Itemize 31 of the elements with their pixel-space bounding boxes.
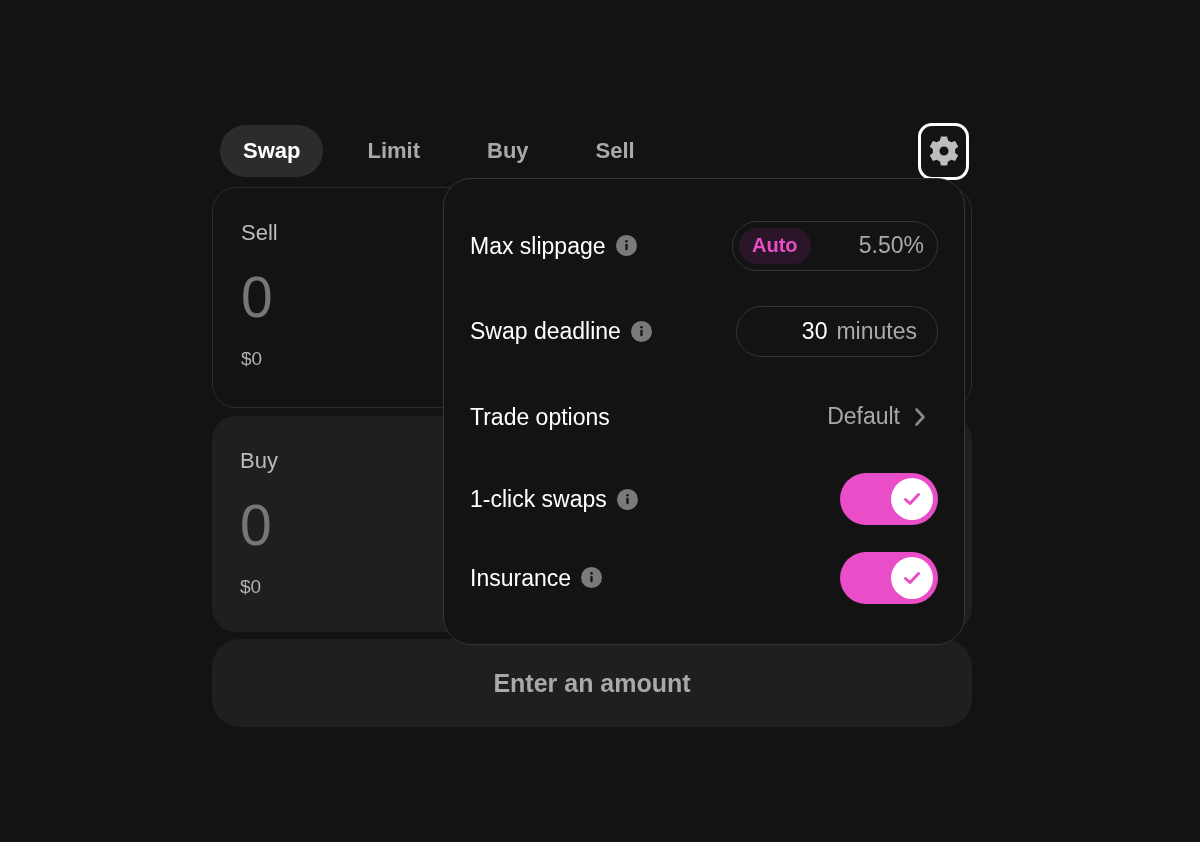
panel-label: Buy [240, 448, 278, 474]
tab[interactable]: Sell [572, 125, 658, 177]
info-icon[interactable] [616, 488, 638, 510]
chevron-right-icon [914, 407, 926, 427]
amount-field[interactable]: 0 [241, 268, 285, 326]
panel-label: Sell [241, 220, 278, 246]
tab[interactable]: Limit [344, 125, 444, 177]
slippage-field[interactable]: Auto 5.50% [732, 220, 938, 271]
info-icon[interactable] [630, 320, 652, 342]
setting-label: 1-click swaps [470, 485, 607, 514]
unit-label: minutes [836, 317, 917, 345]
slippage-input[interactable]: 5.50% [810, 232, 924, 260]
auto-button[interactable]: Auto [739, 227, 811, 264]
fiat-value: $0 [241, 348, 263, 370]
toggle-switch[interactable] [840, 473, 938, 526]
check-icon [891, 478, 933, 521]
settings-icon [927, 135, 960, 167]
tab[interactable]: Buy [464, 125, 552, 177]
amount-field[interactable]: 0 [240, 496, 284, 554]
setting-label: Trade options [470, 403, 610, 431]
tab[interactable]: Swap [220, 125, 324, 177]
info-icon[interactable] [581, 567, 602, 589]
setting-label: Max slippage [470, 231, 606, 260]
trade-options-link[interactable]: Default [827, 403, 938, 431]
fiat-value: $0 [240, 576, 262, 598]
info-icon[interactable] [615, 235, 637, 257]
deadline-input[interactable]: 30 [797, 317, 828, 345]
setting-label: Insurance [470, 563, 571, 592]
setting-label: Swap deadline [470, 317, 621, 346]
toggle-switch[interactable] [840, 551, 938, 604]
check-icon [891, 556, 933, 599]
